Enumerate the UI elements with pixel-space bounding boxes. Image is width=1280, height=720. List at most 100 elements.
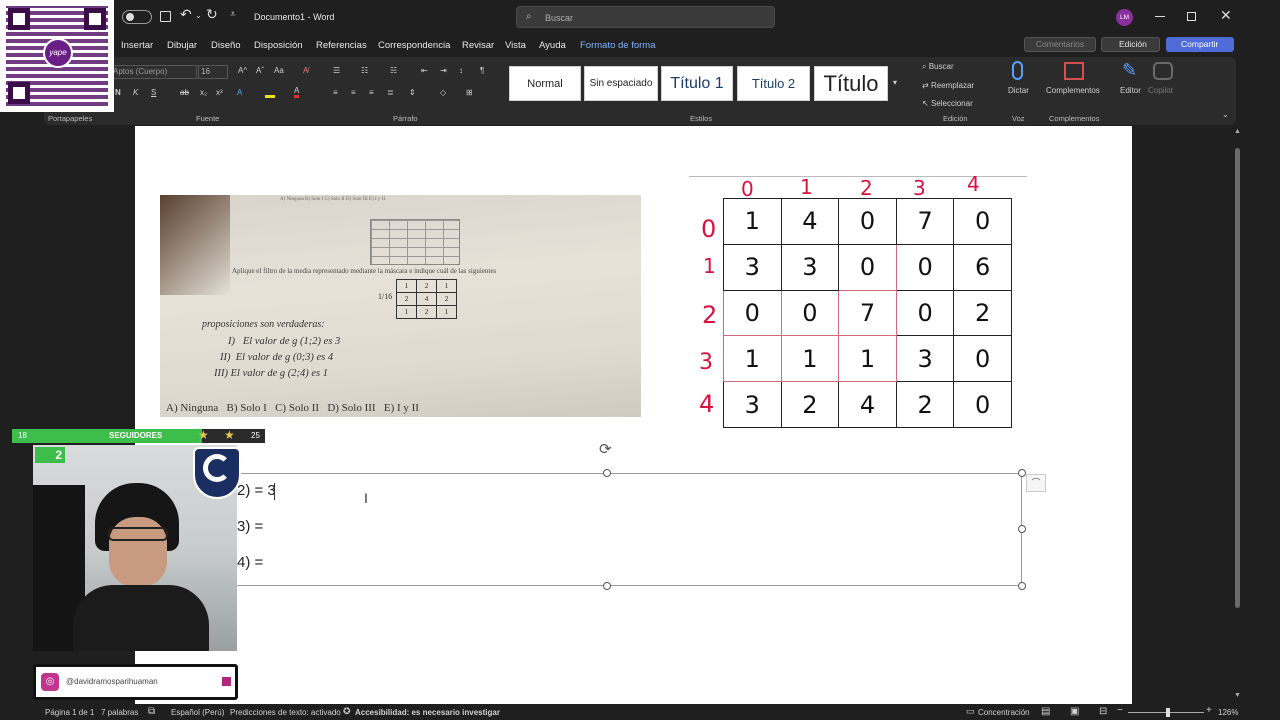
numbering-icon[interactable]: ☷ [361,66,368,75]
style-normal[interactable]: Normal [509,66,581,101]
menu-diseno[interactable]: Diseño [211,40,241,51]
select-button[interactable]: ↖ Seleccionar [922,99,973,108]
shrink-font-icon[interactable]: Aˇ [256,66,264,75]
text-box-shape[interactable] [185,473,1022,586]
clear-format-icon[interactable]: A̸ [303,66,308,75]
zoom-level[interactable]: 126% [1218,708,1238,717]
grow-font-icon[interactable]: A^ [238,66,247,75]
menu-disposicion[interactable]: Disposición [254,40,303,51]
rotate-handle-icon[interactable]: ⟳ [599,440,612,458]
editor-icon[interactable]: ✎ [1122,60,1137,81]
decrease-indent-icon[interactable]: ⇤ [421,66,428,75]
close-icon[interactable]: ✕ [1220,7,1232,24]
zoom-slider[interactable] [1128,708,1204,717]
line-spacing-icon[interactable]: ⇕ [409,88,416,97]
menu-insertar[interactable]: Insertar [121,40,153,51]
menu-dibujar[interactable]: Dibujar [167,40,197,51]
menu-formato-forma[interactable]: Formato de forma [580,40,656,51]
style-titulo-1[interactable]: Título 1 [661,66,733,101]
borders-icon[interactable]: ⊞ [466,88,473,97]
menu-correspondencia[interactable]: Correspondencia [378,40,450,51]
subscript-icon[interactable]: x₂ [200,88,207,97]
zoom-in-icon[interactable]: + [1206,705,1212,716]
align-left-icon[interactable]: ≡ [333,88,338,97]
find-button[interactable]: ⌕ Buscar [922,62,954,72]
addins-icon[interactable] [1064,62,1084,80]
resize-handle-bottom[interactable] [603,582,611,590]
share-button[interactable]: Compartir [1166,37,1234,52]
redo-icon[interactable]: ↻ [206,6,218,23]
change-case-icon[interactable]: Aa [274,66,284,75]
equation-line-3[interactable]: 4) = [237,554,263,571]
proofing-icon[interactable]: ⧉ [148,706,155,717]
resize-handle-bottom-right[interactable] [1018,582,1026,590]
font-name-box[interactable]: Aptos (Cuerpo) [110,65,197,79]
dictate-label[interactable]: Dictar [1008,86,1029,95]
vertical-scrollbar[interactable]: ▲ ▼ [1233,126,1243,704]
style-titulo[interactable]: Título [814,66,888,101]
layout-options-icon[interactable]: ⌒ [1026,474,1046,492]
page-count[interactable]: Página 1 de 1 [45,708,94,717]
replace-button[interactable]: ⇄ Reemplazar [922,81,974,90]
resize-handle-top-right[interactable] [1018,469,1026,477]
equation-line-2[interactable]: 3) = [237,518,263,535]
text-effects-icon[interactable]: A [237,88,242,97]
editing-mode-button[interactable]: Edición [1101,37,1160,52]
bold-icon[interactable]: N [115,88,121,97]
scroll-down-icon[interactable]: ▼ [1234,692,1241,699]
text-predictions[interactable]: Predicciones de texto: activado [230,708,341,717]
show-marks-icon[interactable]: ¶ [480,66,484,75]
user-avatar[interactable]: LM [1116,9,1133,26]
comments-button[interactable]: Comentarios [1024,37,1096,52]
save-icon[interactable] [160,11,171,22]
scroll-thumb[interactable] [1235,148,1240,608]
customize-qat-icon[interactable]: ⩡ [230,9,236,20]
focus-mode[interactable]: Concentración [978,708,1030,717]
shading-icon[interactable]: ◇ [440,88,446,97]
underline-icon[interactable]: S [151,88,156,97]
equation-line-1[interactable]: 2) = 3 [237,482,276,499]
addins-label[interactable]: Complementos [1046,86,1100,95]
language[interactable]: Español (Perú) [171,708,224,717]
style-sin-espaciado[interactable]: Sin espaciado [584,66,658,101]
zoom-out-icon[interactable]: − [1117,705,1123,716]
microphone-icon[interactable] [1012,61,1023,80]
justify-icon[interactable]: ≣ [387,88,394,97]
font-color-icon[interactable]: A [294,86,300,98]
web-layout-icon[interactable]: ⊟ [1099,706,1107,717]
collapse-ribbon-icon[interactable]: ⌄ [1222,110,1229,119]
editor-label[interactable]: Editor [1120,86,1141,95]
italic-icon[interactable]: K [133,88,138,97]
highlight-icon[interactable] [265,88,275,98]
menu-revisar[interactable]: Revisar [462,40,494,51]
zoom-slider-thumb[interactable] [1166,708,1170,717]
increase-indent-icon[interactable]: ⇥ [440,66,447,75]
word-count[interactable]: 7 palabras [101,708,138,717]
resize-handle-right[interactable] [1018,525,1026,533]
restore-icon[interactable] [1187,12,1196,21]
scroll-up-icon[interactable]: ▲ [1234,128,1241,135]
undo-icon[interactable]: ↶ [180,6,192,23]
align-center-icon[interactable]: ≡ [351,88,356,97]
superscript-icon[interactable]: x² [216,88,223,97]
bullets-icon[interactable]: ☰ [333,66,340,75]
styles-more-icon[interactable]: ▾ [893,78,897,87]
accessibility-status[interactable]: Accesibilidad: es necesario investigar [355,708,500,717]
minimize-icon[interactable] [1155,16,1165,17]
menu-referencias[interactable]: Referencias [316,40,367,51]
undo-dropdown-icon[interactable]: ⌄ [195,11,202,20]
menu-vista[interactable]: Vista [505,40,526,51]
menu-ayuda[interactable]: Ayuda [539,40,566,51]
autosave-toggle[interactable] [122,10,152,24]
exam-photo[interactable]: A) Ninguna B) Solo I C) Solo II D) Solo … [160,195,641,417]
style-titulo-2[interactable]: Título 2 [737,66,810,101]
search-box[interactable]: ⌕ Buscar [516,6,775,28]
strikethrough-icon[interactable]: ab [180,88,189,97]
align-right-icon[interactable]: ≡ [369,88,374,97]
multilevel-icon[interactable]: ☵ [390,66,397,75]
sort-icon[interactable]: ↕ [459,66,463,75]
resize-handle-top[interactable] [603,469,611,477]
font-size-box[interactable]: 16 [198,65,228,79]
read-mode-icon[interactable]: ▤ [1041,706,1050,717]
print-layout-icon[interactable]: ▣ [1070,706,1079,717]
